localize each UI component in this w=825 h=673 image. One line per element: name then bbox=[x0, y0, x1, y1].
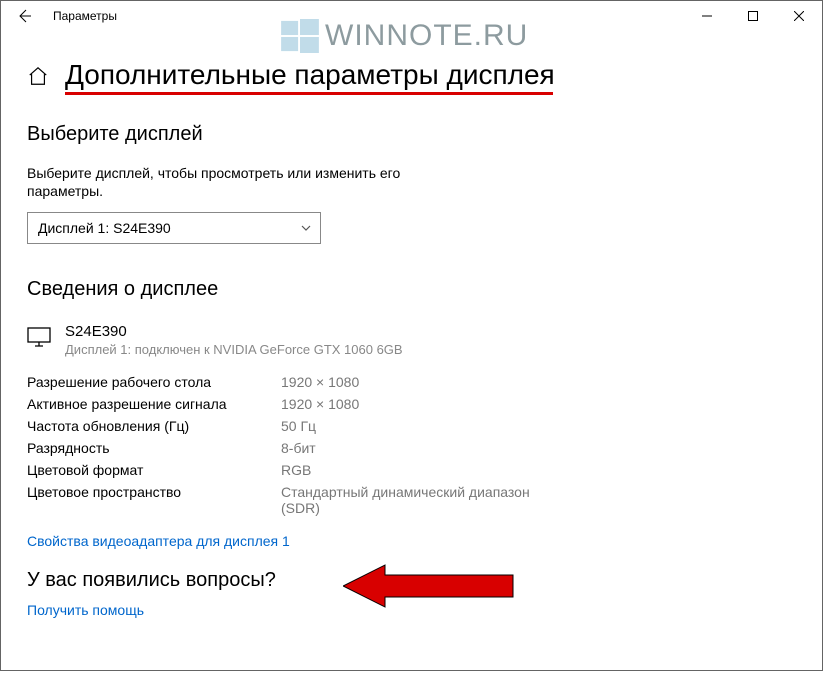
display-info-table: Разрешение рабочего стола 1920 × 1080 Ак… bbox=[27, 371, 547, 519]
adapter-properties-link[interactable]: Свойства видеоадаптера для дисплея 1 bbox=[27, 533, 290, 549]
table-row: Частота обновления (Гц) 50 Гц bbox=[27, 415, 547, 437]
page-title: Дополнительные параметры дисплея bbox=[65, 59, 555, 91]
display-selector-value: Дисплей 1: S24E390 bbox=[38, 220, 171, 236]
table-row: Разрешение рабочего стола 1920 × 1080 bbox=[27, 371, 547, 393]
table-row: Разрядность 8-бит bbox=[27, 437, 547, 459]
info-label: Разрядность bbox=[27, 440, 281, 456]
maximize-button[interactable] bbox=[730, 1, 776, 31]
info-label: Цветовое пространство bbox=[27, 484, 281, 516]
close-icon bbox=[794, 11, 804, 21]
info-value: RGB bbox=[281, 462, 547, 478]
maximize-icon bbox=[748, 11, 758, 21]
table-row: Активное разрешение сигнала 1920 × 1080 bbox=[27, 393, 547, 415]
window-title: Параметры bbox=[53, 9, 117, 23]
info-value: 8-бит bbox=[281, 440, 547, 456]
back-button[interactable] bbox=[9, 1, 39, 31]
arrow-left-icon bbox=[16, 8, 32, 24]
device-name: S24E390 bbox=[65, 323, 403, 340]
info-label: Частота обновления (Гц) bbox=[27, 418, 281, 434]
info-value: 50 Гц bbox=[281, 418, 547, 434]
info-value: Стандартный динамический диапазон (SDR) bbox=[281, 484, 547, 516]
table-row: Цветовой формат RGB bbox=[27, 459, 547, 481]
get-help-link[interactable]: Получить помощь bbox=[27, 602, 144, 618]
info-value: 1920 × 1080 bbox=[281, 396, 547, 412]
info-value: 1920 × 1080 bbox=[281, 374, 547, 390]
titlebar: Параметры bbox=[1, 1, 822, 31]
device-sub: Дисплей 1: подключен к NVIDIA GeForce GT… bbox=[65, 342, 403, 357]
select-display-heading: Выберите дисплей bbox=[27, 123, 796, 146]
info-label: Активное разрешение сигнала bbox=[27, 396, 281, 412]
info-label: Цветовой формат bbox=[27, 462, 281, 478]
title-underline-annotation bbox=[65, 92, 553, 95]
table-row: Цветовое пространство Стандартный динами… bbox=[27, 481, 547, 519]
chevron-down-icon bbox=[300, 222, 312, 234]
monitor-icon bbox=[27, 325, 51, 349]
minimize-button[interactable] bbox=[684, 1, 730, 31]
help-heading: У вас появились вопросы? bbox=[27, 569, 796, 592]
display-selector[interactable]: Дисплей 1: S24E390 bbox=[27, 212, 321, 244]
home-icon[interactable] bbox=[27, 65, 49, 87]
info-label: Разрешение рабочего стола bbox=[27, 374, 281, 390]
minimize-icon bbox=[702, 11, 712, 21]
select-display-prompt: Выберите дисплей, чтобы просмотреть или … bbox=[27, 164, 447, 200]
display-info-heading: Сведения о дисплее bbox=[27, 278, 796, 301]
close-button[interactable] bbox=[776, 1, 822, 31]
